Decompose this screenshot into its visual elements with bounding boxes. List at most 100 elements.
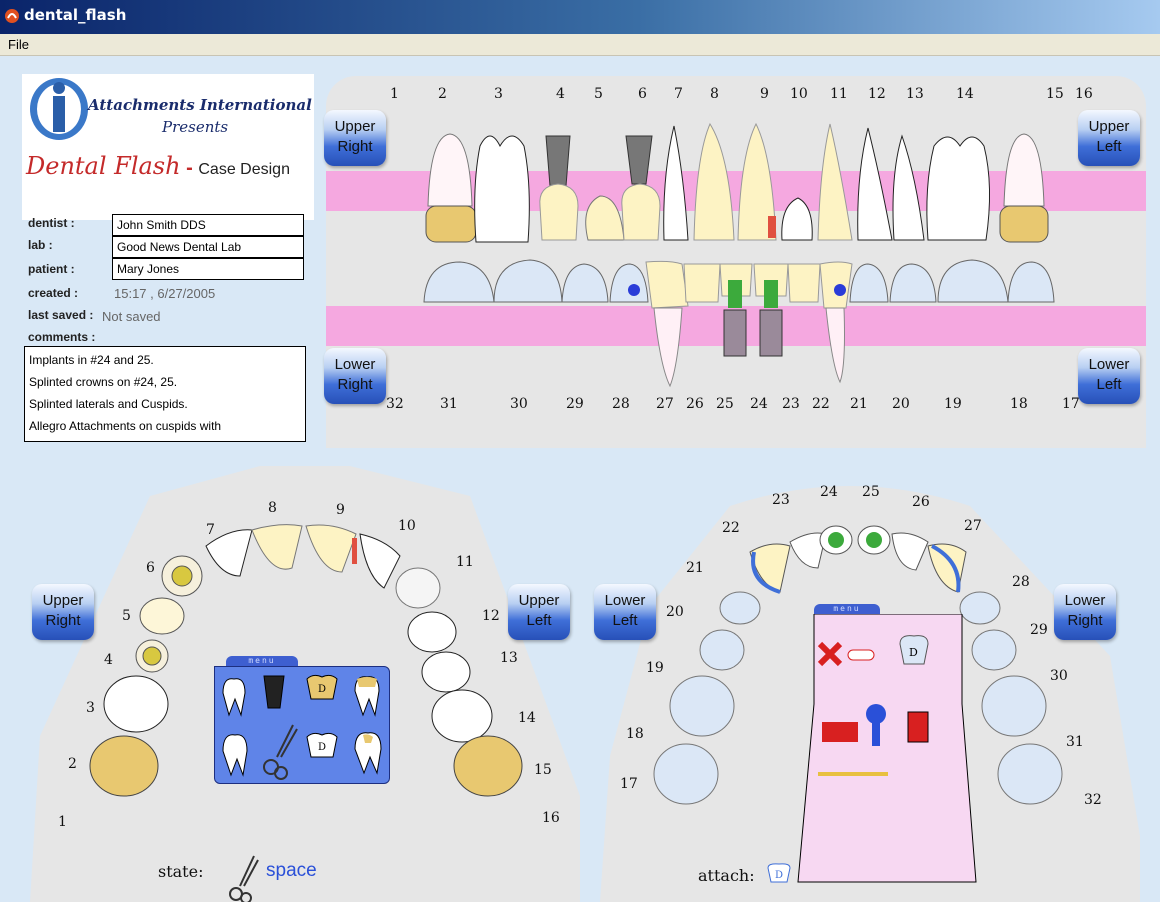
tooth-lower-31[interactable] <box>423 261 495 303</box>
tooth-arch-upper-13[interactable] <box>421 651 471 693</box>
tooth-arch-upper-12[interactable] <box>407 611 457 653</box>
tooth-upper-5[interactable] <box>585 195 625 241</box>
upper-left-button[interactable]: Upper Left <box>508 584 570 640</box>
upper-menu-panel: D D <box>214 666 390 784</box>
tooth-upper-12[interactable] <box>857 127 893 241</box>
tooth-lower-30[interactable] <box>493 259 563 303</box>
lower-tooth-number: 26 <box>686 396 704 412</box>
tooth-lower-19[interactable] <box>937 259 1009 303</box>
arch-num-18: 18 <box>626 726 644 742</box>
tooth-arch-lower-20[interactable] <box>699 629 745 671</box>
tooth-arch-lower-21[interactable] <box>719 591 761 625</box>
tooth-upper-14[interactable] <box>926 136 991 241</box>
tooth-arch-upper-3[interactable] <box>103 675 169 733</box>
gold-crown-tool-icon[interactable]: D <box>305 673 339 701</box>
tooth-upper-10[interactable] <box>781 197 813 241</box>
implant-24-icon <box>828 532 844 548</box>
tooth-lower-24[interactable] <box>753 263 789 357</box>
tooth-upper-11[interactable] <box>817 123 853 241</box>
tooth-arch-lower-22[interactable] <box>749 543 791 593</box>
btn-label-right: Right <box>337 376 373 393</box>
lower-tooth-number: 23 <box>782 396 800 412</box>
tooth-lower-29[interactable] <box>561 263 609 303</box>
lower-left-button[interactable]: Lower Left <box>594 584 656 640</box>
tooth-lower-25[interactable] <box>719 263 753 357</box>
lower-teeth-chart[interactable] <box>420 256 1060 396</box>
tooth-upper-7[interactable] <box>663 125 689 241</box>
logo-company-name: Attachments International <box>88 96 312 114</box>
tooth-lower-23[interactable] <box>787 263 821 303</box>
attach-crown-icon[interactable]: D <box>766 862 792 884</box>
dentist-field[interactable]: John Smith DDS <box>112 214 304 236</box>
tooth-arch-lower-18[interactable] <box>653 743 719 805</box>
patient-field[interactable]: Mary Jones <box>112 258 304 280</box>
lower-tooth-number: 30 <box>510 396 528 412</box>
tooth-arch-lower-26[interactable] <box>891 532 929 571</box>
btn-label-left: Left <box>612 612 638 629</box>
partial-gold-tooth-icon[interactable] <box>353 673 381 717</box>
upper-right-button[interactable]: Upper Right <box>32 584 94 640</box>
tooth-upper-4[interactable] <box>539 135 579 241</box>
tooth-lower-20[interactable] <box>889 263 937 303</box>
upper-teeth-chart[interactable] <box>420 116 1060 246</box>
tooth-lower-28[interactable] <box>609 263 649 303</box>
tooth-arch-upper-10[interactable] <box>359 533 401 589</box>
comments-field[interactable]: Implants in #24 and 25. Splinted crowns … <box>24 346 306 442</box>
tooth-upper-6[interactable] <box>621 135 661 241</box>
menu-file[interactable]: File <box>8 37 29 52</box>
tooth-upper-2[interactable] <box>425 133 477 243</box>
upper-tooth-number: 6 <box>638 86 647 102</box>
tooth-arch-upper-5[interactable] <box>139 597 185 635</box>
tooth-lower-27[interactable] <box>645 260 689 388</box>
company-logo-icon <box>30 78 88 140</box>
lab-field[interactable]: Good News Dental Lab <box>112 236 304 258</box>
tooth-upper-15[interactable] <box>999 133 1049 243</box>
lower-tooth-number: 31 <box>440 396 458 412</box>
tooth-arch-lower-19[interactable] <box>669 675 735 737</box>
arch-num-2: 2 <box>68 756 77 772</box>
lower-menu-tab[interactable]: menu <box>814 604 880 614</box>
tooth-tool-icon[interactable] <box>221 675 247 717</box>
tooth-lower-26[interactable] <box>683 263 721 303</box>
tooth-upper-8[interactable] <box>693 122 735 241</box>
upper-tooth-number: 16 <box>1075 86 1093 102</box>
upper-right-button-top[interactable]: Upper Right <box>324 110 386 166</box>
molar-tool-icon[interactable] <box>353 729 383 775</box>
tooth-upper-3[interactable] <box>474 135 530 243</box>
upper-menu-tab[interactable]: menu <box>226 656 298 666</box>
tooth-lower-22[interactable] <box>819 261 853 384</box>
tooth-arch-lower-30[interactable] <box>981 675 1047 737</box>
tooth-upper-9[interactable] <box>737 122 777 241</box>
upper-tooth-number: 9 <box>760 86 769 102</box>
comment-line: Implants in #24 and 25. <box>29 353 154 367</box>
root-tooth-icon[interactable] <box>221 731 249 777</box>
lower-right-button-top[interactable]: Lower Right <box>324 348 386 404</box>
tooth-lower-21[interactable] <box>849 263 889 303</box>
comment-line: Allegro Attachments on cuspids with <box>29 419 222 433</box>
btn-label-left: Left <box>526 612 552 629</box>
lower-tooth-number: 29 <box>566 396 584 412</box>
arch-num-25: 25 <box>862 484 880 500</box>
tooth-upper-13[interactable] <box>892 134 925 241</box>
arch-num-11: 11 <box>456 554 474 570</box>
crown-outline-icon[interactable]: D <box>305 731 339 759</box>
tooth-arch-upper-8[interactable] <box>251 524 303 570</box>
arch-num-13: 13 <box>500 650 518 666</box>
tooth-arch-upper-14[interactable] <box>431 689 493 743</box>
arch-num-24: 24 <box>820 484 838 500</box>
lower-menu-panel: D <box>790 613 986 884</box>
tooth-arch-lower-31[interactable] <box>997 743 1063 805</box>
forceps-icon[interactable] <box>259 723 299 781</box>
lower-tooth-number: 21 <box>850 396 868 412</box>
lower-left-button-top[interactable]: Lower Left <box>1078 348 1140 404</box>
implant-tool-icon[interactable] <box>263 675 285 709</box>
btn-label-upper: Upper <box>334 118 376 135</box>
tooth-lower-18[interactable] <box>1007 261 1055 303</box>
tooth-arch-upper-9[interactable] <box>305 524 357 573</box>
upper-left-button-top[interactable]: Upper Left <box>1078 110 1140 166</box>
tooth-arch-upper-15[interactable] <box>453 735 523 797</box>
arch-num-10: 10 <box>398 518 416 534</box>
tooth-arch-upper-11[interactable] <box>395 567 441 609</box>
tooth-arch-upper-2[interactable] <box>89 735 159 797</box>
lower-right-button[interactable]: Lower Right <box>1054 584 1116 640</box>
